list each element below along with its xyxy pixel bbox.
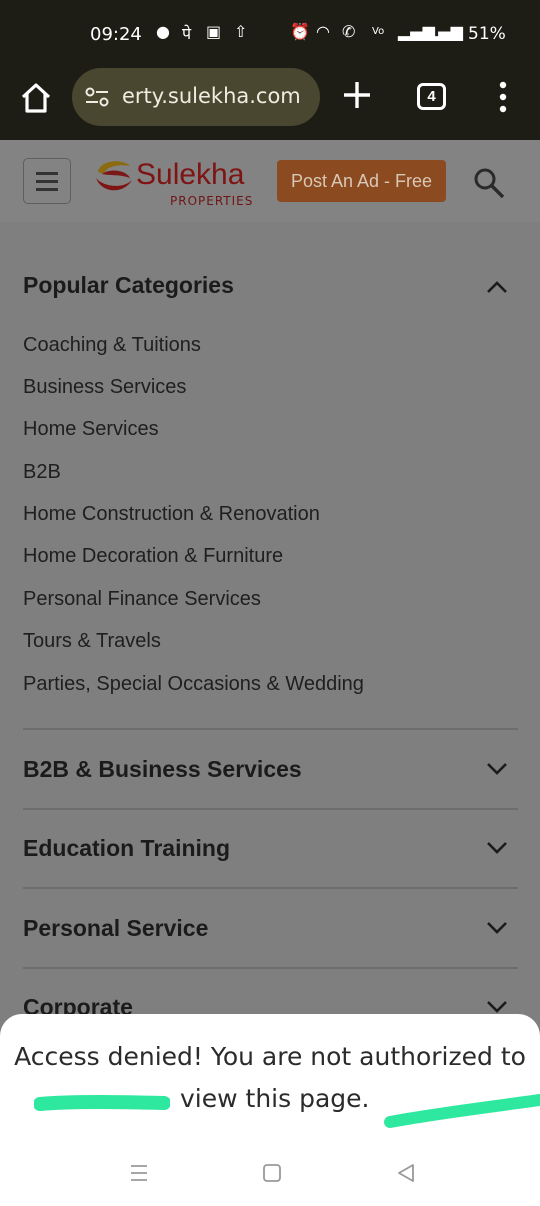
divider [23,887,518,889]
hamburger-menu-button[interactable] [23,158,71,204]
category-link[interactable]: Personal Finance Services [23,588,261,611]
more-menu-icon[interactable] [493,80,513,114]
category-link[interactable]: Home Construction & Renovation [23,503,320,526]
url-text[interactable]: erty.sulekha.com [122,84,312,108]
footer-categories: Popular Categories Coaching & Tuitions B… [0,222,540,1022]
chat-icon: ● [156,22,170,41]
status-bar: 09:24 ● पे ▣ ⇧ ⏰ ◠ ✆ Vo ▂▄▆ ▂▄▆ 51% [0,0,540,68]
toast-message-line1: Access denied! You are not authorized to [14,1042,526,1071]
highlight-scribble-right [384,1094,540,1128]
volte-icon: Vo [372,26,385,37]
logo-text: Sulekha [136,158,245,191]
recents-icon[interactable] [126,1160,152,1186]
site-settings-icon[interactable] [84,85,110,109]
wifi-icon: ◠ [316,22,330,41]
chevron-down-icon[interactable] [486,921,508,935]
tab-switcher-button[interactable]: 4 [417,83,446,110]
home-icon[interactable] [18,80,54,116]
chevron-up-icon[interactable] [486,280,508,294]
logo-subtext: PROPERTIES [170,194,254,208]
app-icon: ▣ [206,22,222,41]
system-nav-bar [0,1150,540,1206]
category-link[interactable]: Home Services [23,418,159,441]
category-link[interactable]: Parties, Special Occasions & Wedding [23,673,364,696]
upload-icon: ⇧ [234,22,248,41]
category-link[interactable]: Tours & Travels [23,630,161,653]
back-icon[interactable] [393,1160,419,1186]
logo-mark-icon [96,161,132,191]
new-tab-icon[interactable] [340,78,374,112]
section-title-personal[interactable]: Personal Service [23,915,208,942]
browser-toolbar: erty.sulekha.com 4 [0,68,540,140]
status-time: 09:24 [90,24,142,45]
section-title-education[interactable]: Education Training [23,835,230,862]
popular-categories-title[interactable]: Popular Categories [23,272,234,299]
url-bar[interactable]: erty.sulekha.com [72,68,320,126]
alarm-icon: ⏰ [290,22,310,41]
section-title-b2b[interactable]: B2B & Business Services [23,756,302,783]
chevron-down-icon[interactable] [486,1000,508,1014]
highlight-scribble-left [34,1095,170,1111]
category-link[interactable]: Home Decoration & Furniture [23,545,283,568]
category-link[interactable]: B2B [23,461,61,484]
battery-level: 51% [468,24,506,44]
site-header: Sulekha PROPERTIES Post An Ad - Free [0,140,540,222]
home-nav-icon[interactable] [259,1160,285,1186]
search-icon[interactable] [472,166,506,200]
chevron-down-icon[interactable] [486,762,508,776]
call-icon: ✆ [342,22,356,41]
toast-message-line2: view this page. [180,1084,370,1113]
post-ad-button[interactable]: Post An Ad - Free [277,160,446,202]
divider [23,808,518,810]
category-link[interactable]: Business Services [23,376,186,399]
divider [23,967,518,969]
divider [23,728,518,730]
category-link[interactable]: Coaching & Tuitions [23,334,201,357]
signal-icon-2: ▂▄▆ [426,22,463,41]
chevron-down-icon[interactable] [486,841,508,855]
pe-icon: पे [182,24,192,43]
sulekha-logo[interactable]: Sulekha PROPERTIES [92,154,252,210]
